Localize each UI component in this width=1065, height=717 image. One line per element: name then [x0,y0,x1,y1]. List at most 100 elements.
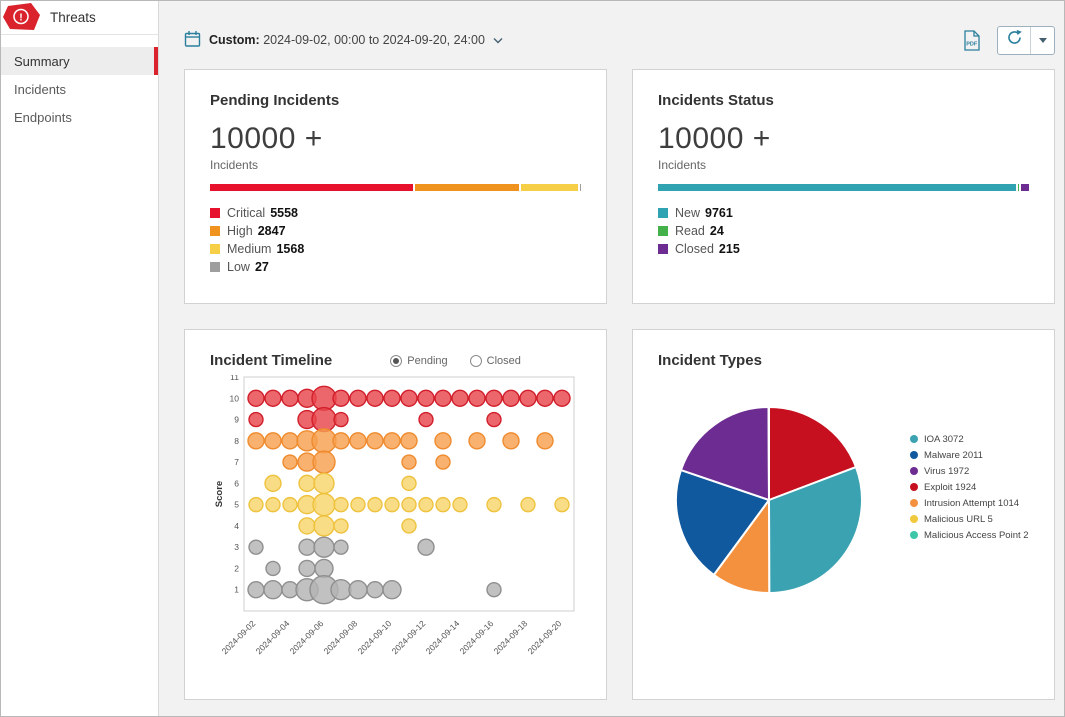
svg-text:2024-09-20: 2024-09-20 [526,618,564,656]
malware-swatch [910,451,918,459]
export-pdf-button[interactable]: PDF [962,30,981,51]
svg-text:2: 2 [234,563,239,573]
pending-incidents-legend: Critical 5558 High2847 Medium 1568 Low 27 [210,204,581,276]
incidents-status-stacked-bar [658,184,1029,191]
bar-segment-read [1018,184,1019,191]
legend-value: 2847 [258,224,286,238]
legend-item: Closed215 [658,240,1029,258]
svg-text:3: 3 [234,542,239,552]
legend-label: Virus 1972 [924,466,969,477]
incidents-status-legend: New9761 Read24 Closed215 [658,204,1029,258]
sidebar-item-endpoints[interactable]: Endpoints [1,103,158,131]
svg-text:2024-09-10: 2024-09-10 [356,618,394,656]
malicious-access-point-swatch [910,531,918,539]
sidebar-item-incidents[interactable]: Incidents [1,75,158,103]
incident-types-card: Incident Types IOA 3072 Malware 2011 Vir… [632,329,1055,700]
svg-text:2024-09-12: 2024-09-12 [390,618,428,656]
legend-item: High2847 [210,222,581,240]
closed-swatch [658,244,668,254]
radio-circle-icon [470,355,482,367]
svg-text:8: 8 [234,436,239,446]
toolbar-actions: PDF [962,26,1055,55]
low-swatch [210,262,220,272]
malicious-url-swatch [910,515,918,523]
date-range-value: 2024-09-02, 00:00 to 2024-09-20, 24:00 [263,33,485,47]
legend-label: IOA 3072 [924,434,964,445]
svg-text:1: 1 [234,585,239,595]
sidebar-header: ! Threats [1,1,158,35]
closed-radio[interactable]: Closed [470,355,521,367]
legend-item: Read24 [658,222,1029,240]
svg-text:2024-09-18: 2024-09-18 [492,618,530,656]
bar-segment-closed [1021,184,1029,191]
svg-text:5: 5 [234,500,239,510]
medium-swatch [210,244,220,254]
radio-circle-icon [390,355,402,367]
legend-label: Closed [675,242,714,256]
svg-text:10: 10 [230,393,240,403]
legend-item: Critical 5558 [210,204,581,222]
svg-text:2024-09-16: 2024-09-16 [458,618,496,656]
legend-label: Malware 2011 [924,450,983,461]
card-title: Incidents Status [658,92,1029,109]
refresh-split-button [997,26,1055,55]
pending-incidents-stacked-bar [210,184,581,191]
pending-incidents-card: Pending Incidents 10000 + Incidents Crit… [184,69,607,304]
status-total-unit: Incidents [658,158,1029,172]
svg-text:Score: Score [214,481,225,507]
card-title: Incident Types [658,352,1029,369]
legend-item: Medium 1568 [210,240,581,258]
toolbar: Custom: 2024-09-02, 00:00 to 2024-09-20,… [184,1,1055,69]
legend-value: 9761 [705,206,733,220]
legend-item: Virus 1972 [910,463,1029,479]
status-total-count: 10000 + [658,122,1029,156]
legend-label: Critical [227,206,265,220]
pending-radio[interactable]: Pending [390,355,447,367]
bar-segment-medium [521,184,578,191]
refresh-button[interactable] [998,27,1030,54]
sidebar-nav: Summary Incidents Endpoints [1,47,158,131]
legend-value: 27 [255,260,269,274]
main-content: Custom: 2024-09-02, 00:00 to 2024-09-20,… [159,1,1065,716]
legend-value: 24 [710,224,724,238]
refresh-options-button[interactable] [1030,27,1054,54]
incident-types-legend: IOA 3072 Malware 2011 Virus 1972 Exploit… [910,431,1029,543]
sidebar: ! Threats Summary Incidents Endpoints [1,1,159,716]
legend-item: Exploit 1924 [910,479,1029,495]
intrusion-attempt-swatch [910,499,918,507]
virus-swatch [910,467,918,475]
legend-label: Medium [227,242,271,256]
legend-label: Intrusion Attempt 1014 [924,498,1019,509]
svg-text:6: 6 [234,478,239,488]
pending-total-count: 10000 + [210,122,581,156]
svg-text:2024-09-14: 2024-09-14 [424,618,462,656]
svg-text:11: 11 [230,375,239,382]
legend-label: Malicious Access Point 2 [924,530,1029,541]
legend-item: Intrusion Attempt 1014 [910,495,1029,511]
chevron-down-icon [493,33,503,47]
legend-item: IOA 3072 [910,431,1029,447]
new-swatch [658,208,668,218]
incidents-status-card: Incidents Status 10000 + Incidents New97… [632,69,1055,304]
read-swatch [658,226,668,236]
legend-label: Exploit 1924 [924,482,976,493]
incident-timeline-card: Incident Timeline Pending Closed 1234567 [184,329,607,700]
refresh-icon [1006,29,1023,51]
threats-dashboard: ! Threats Summary Incidents Endpoints [0,0,1065,717]
legend-item: Malicious Access Point 2 [910,527,1029,543]
incident-timeline-bubble-chart: 1234567891011Score2024-09-022024-09-0420… [212,375,581,680]
svg-text:!: ! [19,11,23,23]
svg-text:7: 7 [234,457,239,467]
svg-text:2024-09-08: 2024-09-08 [322,618,360,656]
legend-item: Malicious URL 5 [910,511,1029,527]
bar-segment-low [580,184,581,191]
sidebar-item-summary[interactable]: Summary [1,47,158,75]
legend-value: 5558 [270,206,298,220]
bar-segment-new [658,184,1016,191]
legend-label: Low [227,260,250,274]
svg-text:2024-09-04: 2024-09-04 [254,618,292,656]
bar-segment-critical [210,184,413,191]
date-range-filter[interactable]: Custom: 2024-09-02, 00:00 to 2024-09-20,… [184,30,503,51]
legend-value: 1568 [276,242,304,256]
card-title: Pending Incidents [210,92,581,109]
